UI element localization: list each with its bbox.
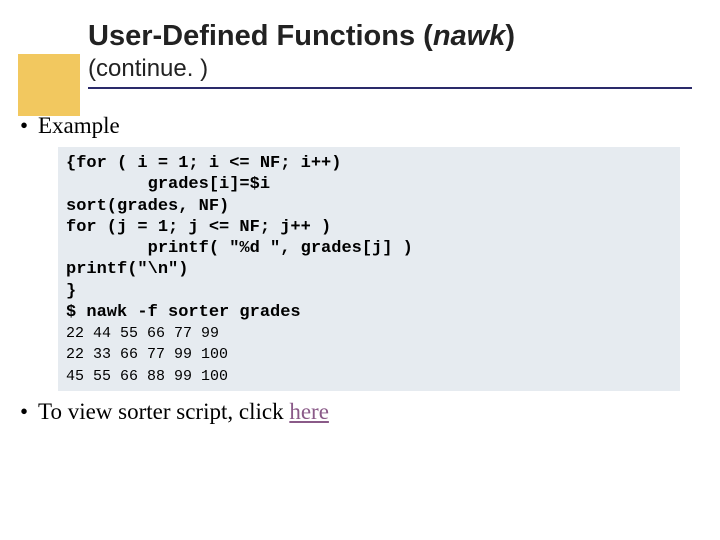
code-line: {for ( i = 1; i <= NF; i++)	[66, 154, 341, 173]
slide-title: User-Defined Functions (nawk)	[88, 20, 720, 53]
accent-square	[18, 54, 80, 116]
code-line: }	[66, 282, 76, 301]
code-line: printf( "%d ", grades[j] )	[66, 239, 413, 258]
code-line: grades[i]=$i	[66, 175, 270, 194]
title-underline	[88, 87, 692, 89]
title-main: User-Defined Functions (	[88, 20, 433, 52]
bullet-view-script: • To view sorter script, click here	[20, 399, 700, 425]
code-line: sort(grades, NF)	[66, 197, 229, 216]
slide-header: User-Defined Functions (nawk) (continue.…	[0, 0, 720, 89]
code-line: $ nawk -f sorter grades	[66, 303, 301, 322]
code-line: printf("\n")	[66, 260, 188, 279]
code-output-line: 22 44 55 66 77 99	[66, 325, 219, 342]
bullet-view-text: To view sorter script, click here	[38, 399, 329, 425]
code-output-line: 22 33 66 77 99 100	[66, 346, 228, 363]
bullet-marker-icon: •	[20, 113, 38, 139]
title-tail: )	[505, 20, 515, 52]
slide-body: • Example {for ( i = 1; i <= NF; i++) gr…	[0, 89, 720, 425]
view-prefix: To view sorter script, click	[38, 399, 289, 424]
code-example-block: {for ( i = 1; i <= NF; i++) grades[i]=$i…	[58, 147, 680, 391]
title-emphasis: nawk	[433, 20, 506, 52]
bullet-example-label: Example	[38, 113, 120, 139]
bullet-marker-icon: •	[20, 399, 38, 425]
code-line: for (j = 1; j <= NF; j++ )	[66, 218, 331, 237]
code-output-line: 45 55 66 88 99 100	[66, 368, 228, 385]
slide-subtitle: (continue. )	[88, 55, 720, 83]
bullet-example: • Example	[20, 113, 700, 139]
sorter-script-link[interactable]: here	[289, 399, 329, 424]
